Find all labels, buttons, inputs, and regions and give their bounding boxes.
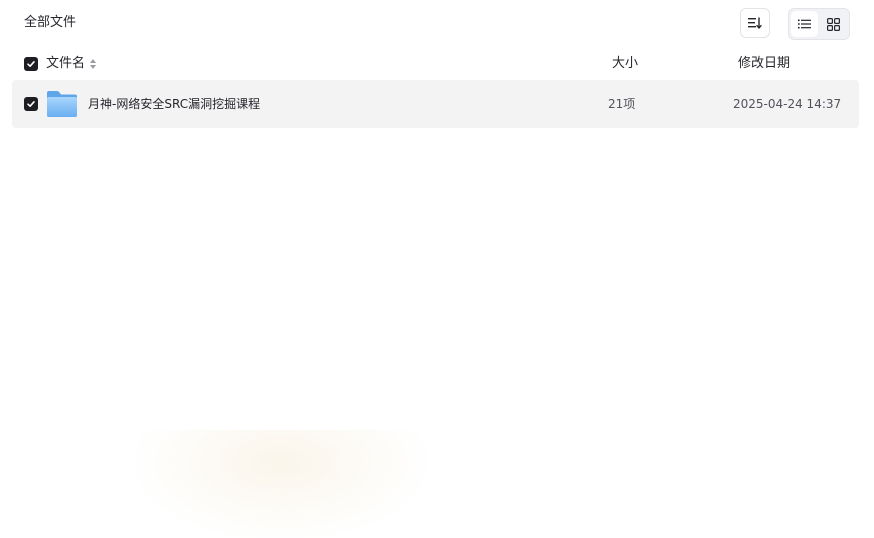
view-mode-switch bbox=[788, 8, 850, 40]
list-view-icon bbox=[798, 19, 811, 29]
sort-toggle-icon[interactable] bbox=[89, 58, 97, 70]
file-name[interactable]: 月神-网络安全SRC漏洞挖掘课程 bbox=[88, 95, 260, 113]
column-header-size[interactable]: 大小 bbox=[612, 55, 638, 73]
list-view-button[interactable] bbox=[791, 11, 818, 37]
grid-view-icon bbox=[827, 17, 840, 31]
background-glow bbox=[136, 430, 426, 538]
checkmark-icon bbox=[27, 101, 35, 107]
select-all-checkbox[interactable] bbox=[24, 57, 38, 71]
folder-icon bbox=[47, 91, 77, 117]
breadcrumb[interactable]: 全部文件 bbox=[24, 14, 76, 32]
checkmark-icon bbox=[27, 61, 35, 67]
table-row[interactable]: 月神-网络安全SRC漏洞挖掘课程 21项 2025-04-24 14:37 bbox=[12, 80, 859, 128]
row-checkbox[interactable] bbox=[24, 97, 38, 111]
file-size: 21项 bbox=[608, 97, 636, 111]
sort-button[interactable] bbox=[740, 8, 770, 38]
file-modified-date: 2025-04-24 14:37 bbox=[733, 97, 842, 111]
column-header-modified[interactable]: 修改日期 bbox=[738, 55, 790, 73]
column-header-name[interactable]: 文件名 bbox=[46, 55, 85, 73]
grid-view-button[interactable] bbox=[820, 11, 847, 37]
sort-icon bbox=[748, 17, 762, 29]
